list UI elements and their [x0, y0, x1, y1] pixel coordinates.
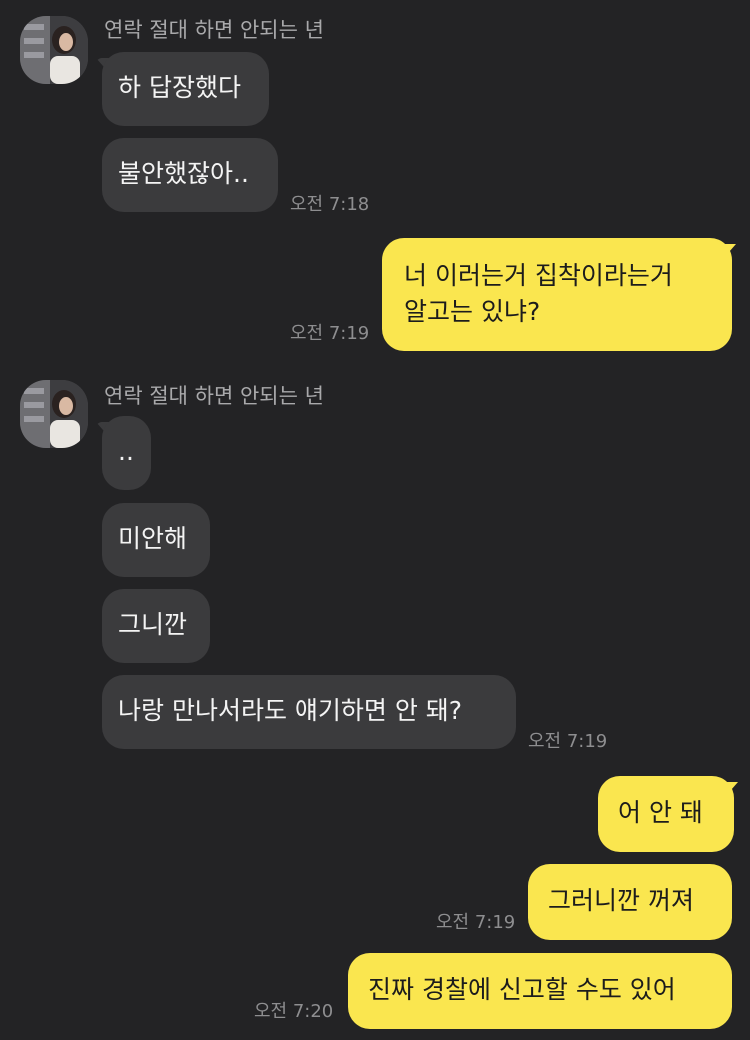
- incoming-message[interactable]: 그니깐: [102, 589, 210, 663]
- message-timestamp: 오전 7:19: [528, 731, 608, 752]
- sender-name: 연락 절대 하면 안되는 년: [104, 384, 324, 408]
- incoming-message[interactable]: 불안했잖아..: [102, 138, 278, 212]
- outgoing-message[interactable]: 진짜 경찰에 신고할 수도 있어: [348, 953, 732, 1029]
- sender-avatar[interactable]: [20, 16, 88, 84]
- incoming-message[interactable]: 하 답장했다: [102, 52, 269, 126]
- message-timestamp: 오전 7:19: [290, 323, 370, 344]
- outgoing-message[interactable]: 너 이러는거 집착이라는거 알고는 있냐?: [382, 238, 732, 351]
- sender-name: 연락 절대 하면 안되는 년: [104, 18, 324, 42]
- message-timestamp: 오전 7:19: [436, 912, 516, 933]
- message-timestamp: 오전 7:18: [290, 194, 370, 215]
- outgoing-message[interactable]: 그러니깐 꺼져: [528, 864, 732, 940]
- incoming-message[interactable]: ..: [102, 416, 151, 490]
- outgoing-message[interactable]: 어 안 돼: [598, 776, 734, 852]
- message-timestamp: 오전 7:20: [254, 1001, 334, 1022]
- incoming-message[interactable]: 미안해: [102, 503, 210, 577]
- sender-avatar[interactable]: [20, 380, 88, 448]
- incoming-message[interactable]: 나랑 만나서라도 얘기하면 안 돼?: [102, 675, 516, 749]
